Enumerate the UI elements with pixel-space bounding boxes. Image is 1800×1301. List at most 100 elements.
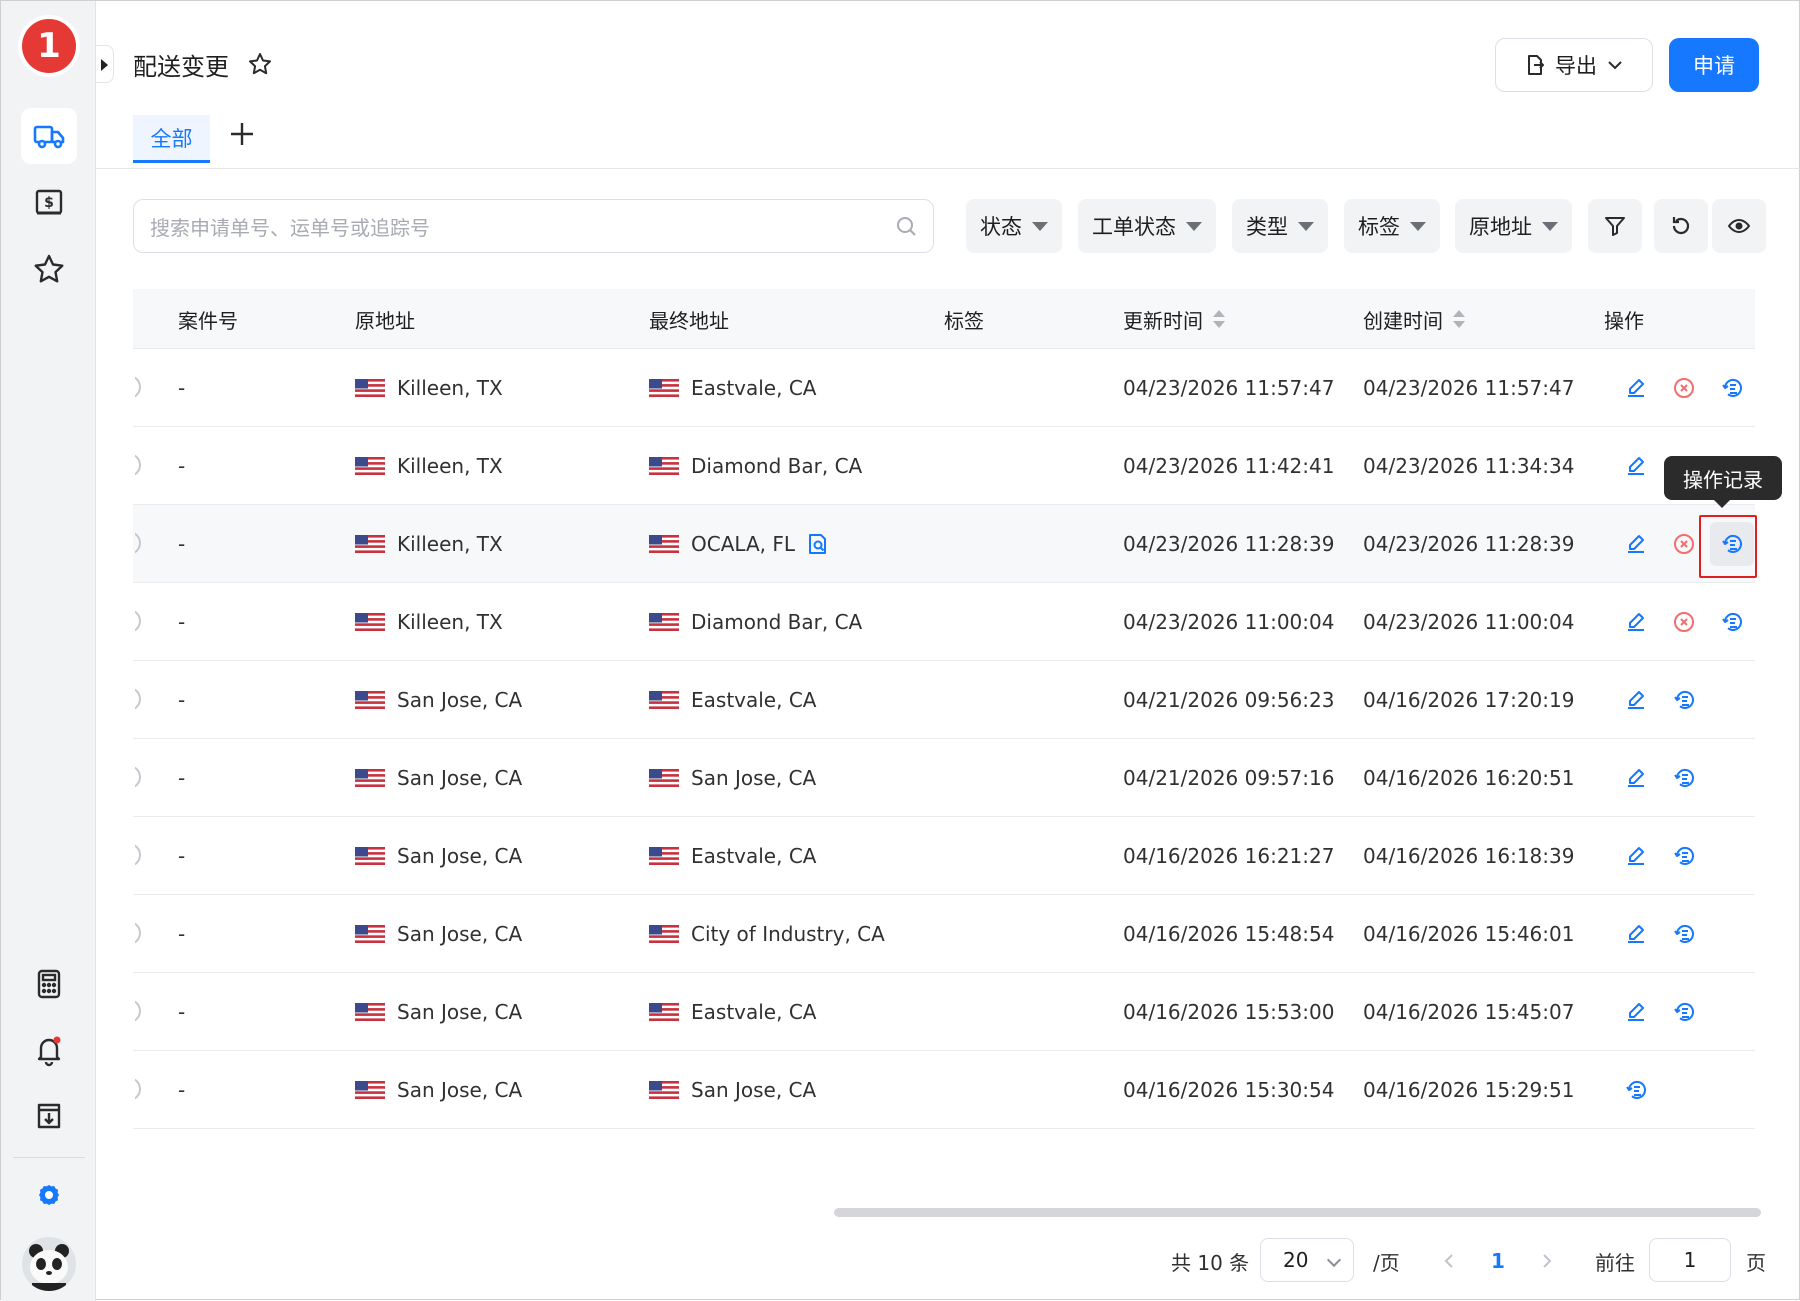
row-checkbox-edge[interactable] <box>135 609 141 633</box>
cell-destination: Eastvale, CA <box>649 349 816 426</box>
operation-log-button[interactable] <box>1717 607 1747 637</box>
sidebar-item-delivery[interactable] <box>21 108 77 164</box>
edit-icon <box>1628 769 1644 787</box>
sidebar-item-calculator[interactable] <box>21 956 77 1012</box>
edit-button[interactable] <box>1621 763 1651 793</box>
filter-ticket-status[interactable]: 工单状态 <box>1078 199 1216 253</box>
advanced-filter-button[interactable] <box>1588 199 1642 253</box>
edit-button[interactable] <box>1621 451 1651 481</box>
row-checkbox-edge[interactable] <box>135 1077 141 1101</box>
filter-type-label: 类型 <box>1246 215 1288 239</box>
us-flag-icon <box>355 612 385 631</box>
sort-icon <box>1453 309 1465 329</box>
row-checkbox-edge[interactable] <box>135 453 141 477</box>
filter-type[interactable]: 类型 <box>1232 199 1328 253</box>
address-check-icon[interactable] <box>807 532 829 556</box>
app-logo[interactable]: 1 <box>18 15 80 77</box>
prev-page-button[interactable] <box>1443 1239 1455 1283</box>
edit-button[interactable] <box>1621 685 1651 715</box>
horizontal-scrollbar[interactable] <box>834 1208 1761 1217</box>
sidebar-item-billing[interactable]: $ <box>21 175 77 231</box>
table-row[interactable]: - San Jose, CA Eastvale, CA 04/16/2026 15:5… <box>133 973 1755 1051</box>
col-created[interactable]: 创建时间 <box>1363 289 1465 349</box>
table-row[interactable]: - San Jose, CA San Jose, CA 04/16/2026 15:3… <box>133 1051 1755 1129</box>
column-visibility-button[interactable] <box>1712 199 1766 253</box>
table-row[interactable]: - Killeen, TX Diamond Bar, CA 04/23/2026 11… <box>133 583 1755 661</box>
filter-tag[interactable]: 标签 <box>1344 199 1440 253</box>
row-checkbox-edge[interactable] <box>135 999 141 1023</box>
cell-origin: San Jose, CA <box>355 973 522 1050</box>
sidebar-item-notifications[interactable] <box>21 1022 77 1078</box>
table-row[interactable]: - Killeen, TX OCALA, FL 04/23/2026 11:28:39… <box>133 505 1755 583</box>
operation-log-button[interactable] <box>1621 1075 1651 1105</box>
table-row[interactable]: - San Jose, CA Eastvale, CA 04/21/2026 09:5… <box>133 661 1755 739</box>
row-checkbox-edge[interactable] <box>135 531 141 555</box>
us-flag-icon <box>649 534 679 553</box>
sidebar-item-favorites[interactable] <box>21 241 77 297</box>
cell-created: 04/16/2026 17:20:19 <box>1363 687 1575 712</box>
cell-origin: San Jose, CA <box>355 817 522 894</box>
history-icon <box>1674 769 1694 787</box>
operation-log-button[interactable] <box>1669 685 1699 715</box>
col-updated[interactable]: 更新时间 <box>1123 289 1225 349</box>
avatar[interactable] <box>22 1237 76 1291</box>
row-checkbox-edge[interactable] <box>135 843 141 867</box>
edit-button[interactable] <box>1621 529 1651 559</box>
goto-page-input[interactable]: 1 <box>1649 1238 1731 1282</box>
export-button[interactable]: 导出 <box>1495 38 1653 92</box>
table-row[interactable]: - Killeen, TX Eastvale, CA 04/23/2026 11:57… <box>133 349 1755 427</box>
edit-button[interactable] <box>1621 841 1651 871</box>
edit-button[interactable] <box>1621 607 1651 637</box>
chevron-down-icon <box>1608 61 1622 70</box>
cancel-button[interactable] <box>1669 529 1699 559</box>
tabs-divider <box>96 168 1800 169</box>
filter-status[interactable]: 状态 <box>966 199 1062 253</box>
table-row[interactable]: - San Jose, CA San Jose, CA 04/21/2026 09:5… <box>133 739 1755 817</box>
sidebar-collapse-toggle[interactable] <box>96 45 114 83</box>
apply-button[interactable]: 申请 <box>1669 38 1759 92</box>
table-row[interactable]: - San Jose, CA City of Industry, CA 04/16/2… <box>133 895 1755 973</box>
table-row[interactable]: - San Jose, CA Eastvale, CA 04/16/2026 16:2… <box>133 817 1755 895</box>
cell-destination: Eastvale, CA <box>649 661 816 738</box>
origin-text: San Jose, CA <box>397 687 523 712</box>
operation-log-button[interactable] <box>1669 919 1699 949</box>
edit-button[interactable] <box>1621 919 1651 949</box>
favorite-star-icon[interactable] <box>247 51 273 77</box>
operation-log-button[interactable] <box>1669 763 1699 793</box>
caret-down-icon <box>1542 221 1558 231</box>
cell-origin: Killeen, TX <box>355 427 503 504</box>
tab-all[interactable]: 全部 <box>133 115 210 163</box>
col-tag: 标签 <box>944 308 984 333</box>
refresh-button[interactable] <box>1654 199 1708 253</box>
operation-log-button[interactable] <box>1669 841 1699 871</box>
row-checkbox-edge[interactable] <box>135 765 141 789</box>
row-checkbox-edge[interactable] <box>135 375 141 399</box>
edit-button[interactable] <box>1621 373 1651 403</box>
operation-log-button[interactable] <box>1669 997 1699 1027</box>
origin-text: San Jose, CA <box>397 1077 523 1102</box>
row-checkbox-edge[interactable] <box>135 687 141 711</box>
table-row[interactable]: - Killeen, TX Diamond Bar, CA 04/23/2026 11… <box>133 427 1755 505</box>
cancel-button[interactable] <box>1669 373 1699 403</box>
edit-button[interactable] <box>1621 997 1651 1027</box>
sidebar-item-downloads[interactable] <box>21 1088 77 1144</box>
us-flag-icon <box>649 1080 679 1099</box>
add-tab-icon[interactable] <box>227 119 257 149</box>
us-flag-icon <box>355 690 385 709</box>
cell-origin: San Jose, CA <box>355 1051 522 1128</box>
caret-down-icon <box>1032 221 1048 231</box>
page-number-current[interactable]: 1 <box>1491 1239 1505 1283</box>
cell-case-no: - <box>178 921 186 946</box>
filter-origin-address[interactable]: 原地址 <box>1455 199 1572 253</box>
operation-log-button[interactable] <box>1717 373 1747 403</box>
cancel-button[interactable] <box>1669 607 1699 637</box>
per-page-label: /页 <box>1373 1250 1400 1275</box>
sidebar-item-settings[interactable] <box>21 1167 77 1223</box>
next-page-button[interactable] <box>1541 1239 1553 1283</box>
bell-icon <box>37 1036 61 1067</box>
search-input[interactable]: 搜索申请单号、运单号或追踪号 <box>133 199 934 253</box>
col-case-no: 案件号 <box>178 308 238 333</box>
destination-text: Eastvale, CA <box>691 375 817 400</box>
row-checkbox-edge[interactable] <box>135 921 141 945</box>
page-size-select[interactable]: 20 <box>1260 1238 1354 1282</box>
